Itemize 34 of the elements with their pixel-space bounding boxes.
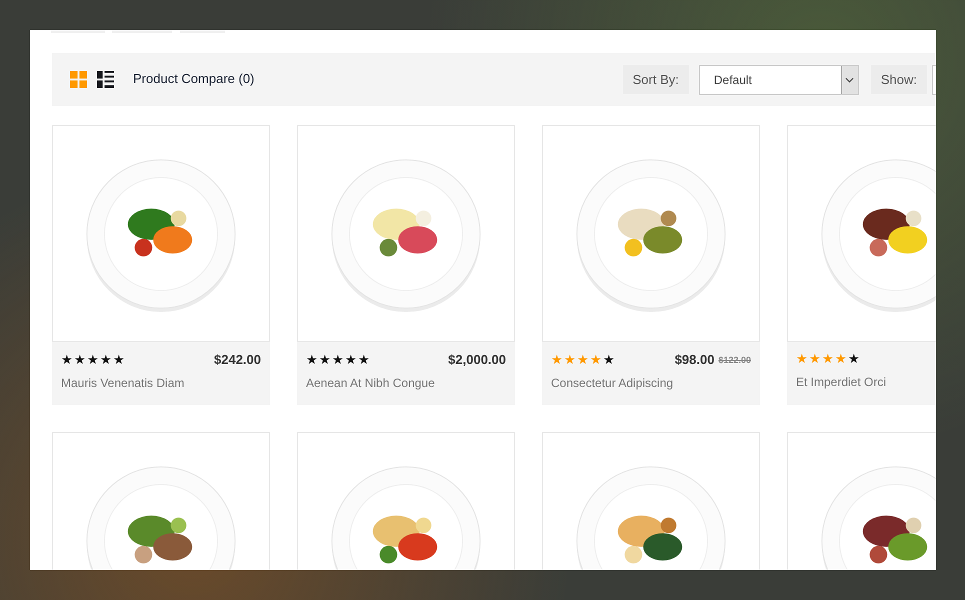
product-name-link[interactable]: Et Imperdiet Orci — [796, 375, 936, 389]
sort-select[interactable]: Default — [698, 64, 859, 94]
star-icon: ★ — [551, 352, 563, 366]
product-compare-link[interactable]: Product Compare (0) — [133, 70, 254, 86]
star-icon: ★ — [345, 352, 357, 366]
product-price: $98.00 — [674, 352, 714, 367]
star-icon: ★ — [822, 352, 834, 366]
star-icon: ★ — [87, 352, 99, 366]
star-icon: ★ — [590, 352, 602, 366]
star-icon: ★ — [577, 352, 589, 366]
star-icon: ★ — [100, 352, 112, 366]
star-icon: ★ — [603, 352, 615, 366]
star-icon: ★ — [332, 352, 344, 366]
star-icon: ★ — [113, 352, 125, 366]
show-label: Show: — [870, 65, 927, 94]
star-icon: ★ — [796, 352, 808, 366]
star-icon: ★ — [61, 352, 73, 366]
list-view-icon[interactable] — [97, 71, 114, 88]
product-price: $242.00 — [214, 352, 261, 367]
product-price: $2,000.00 — [448, 352, 506, 367]
star-icon: ★ — [848, 352, 860, 366]
product-name-link[interactable]: Consectetur Adipiscing — [551, 376, 751, 390]
star-icon: ★ — [564, 352, 576, 366]
sort-by-label: Sort By: — [622, 65, 689, 94]
star-icon: ★ — [306, 352, 318, 366]
star-icon: ★ — [358, 352, 370, 366]
star-icon: ★ — [74, 352, 86, 366]
star-icon: ★ — [319, 352, 331, 366]
product-name-link[interactable]: Mauris Venenatis Diam — [61, 376, 261, 390]
old-price: $122.00 — [718, 354, 751, 364]
product-name-link[interactable]: Aenean At Nibh Congue — [306, 376, 506, 390]
product-image-frame[interactable] — [52, 125, 270, 342]
star-icon: ★ — [809, 352, 821, 366]
star-icon: ★ — [835, 352, 847, 366]
